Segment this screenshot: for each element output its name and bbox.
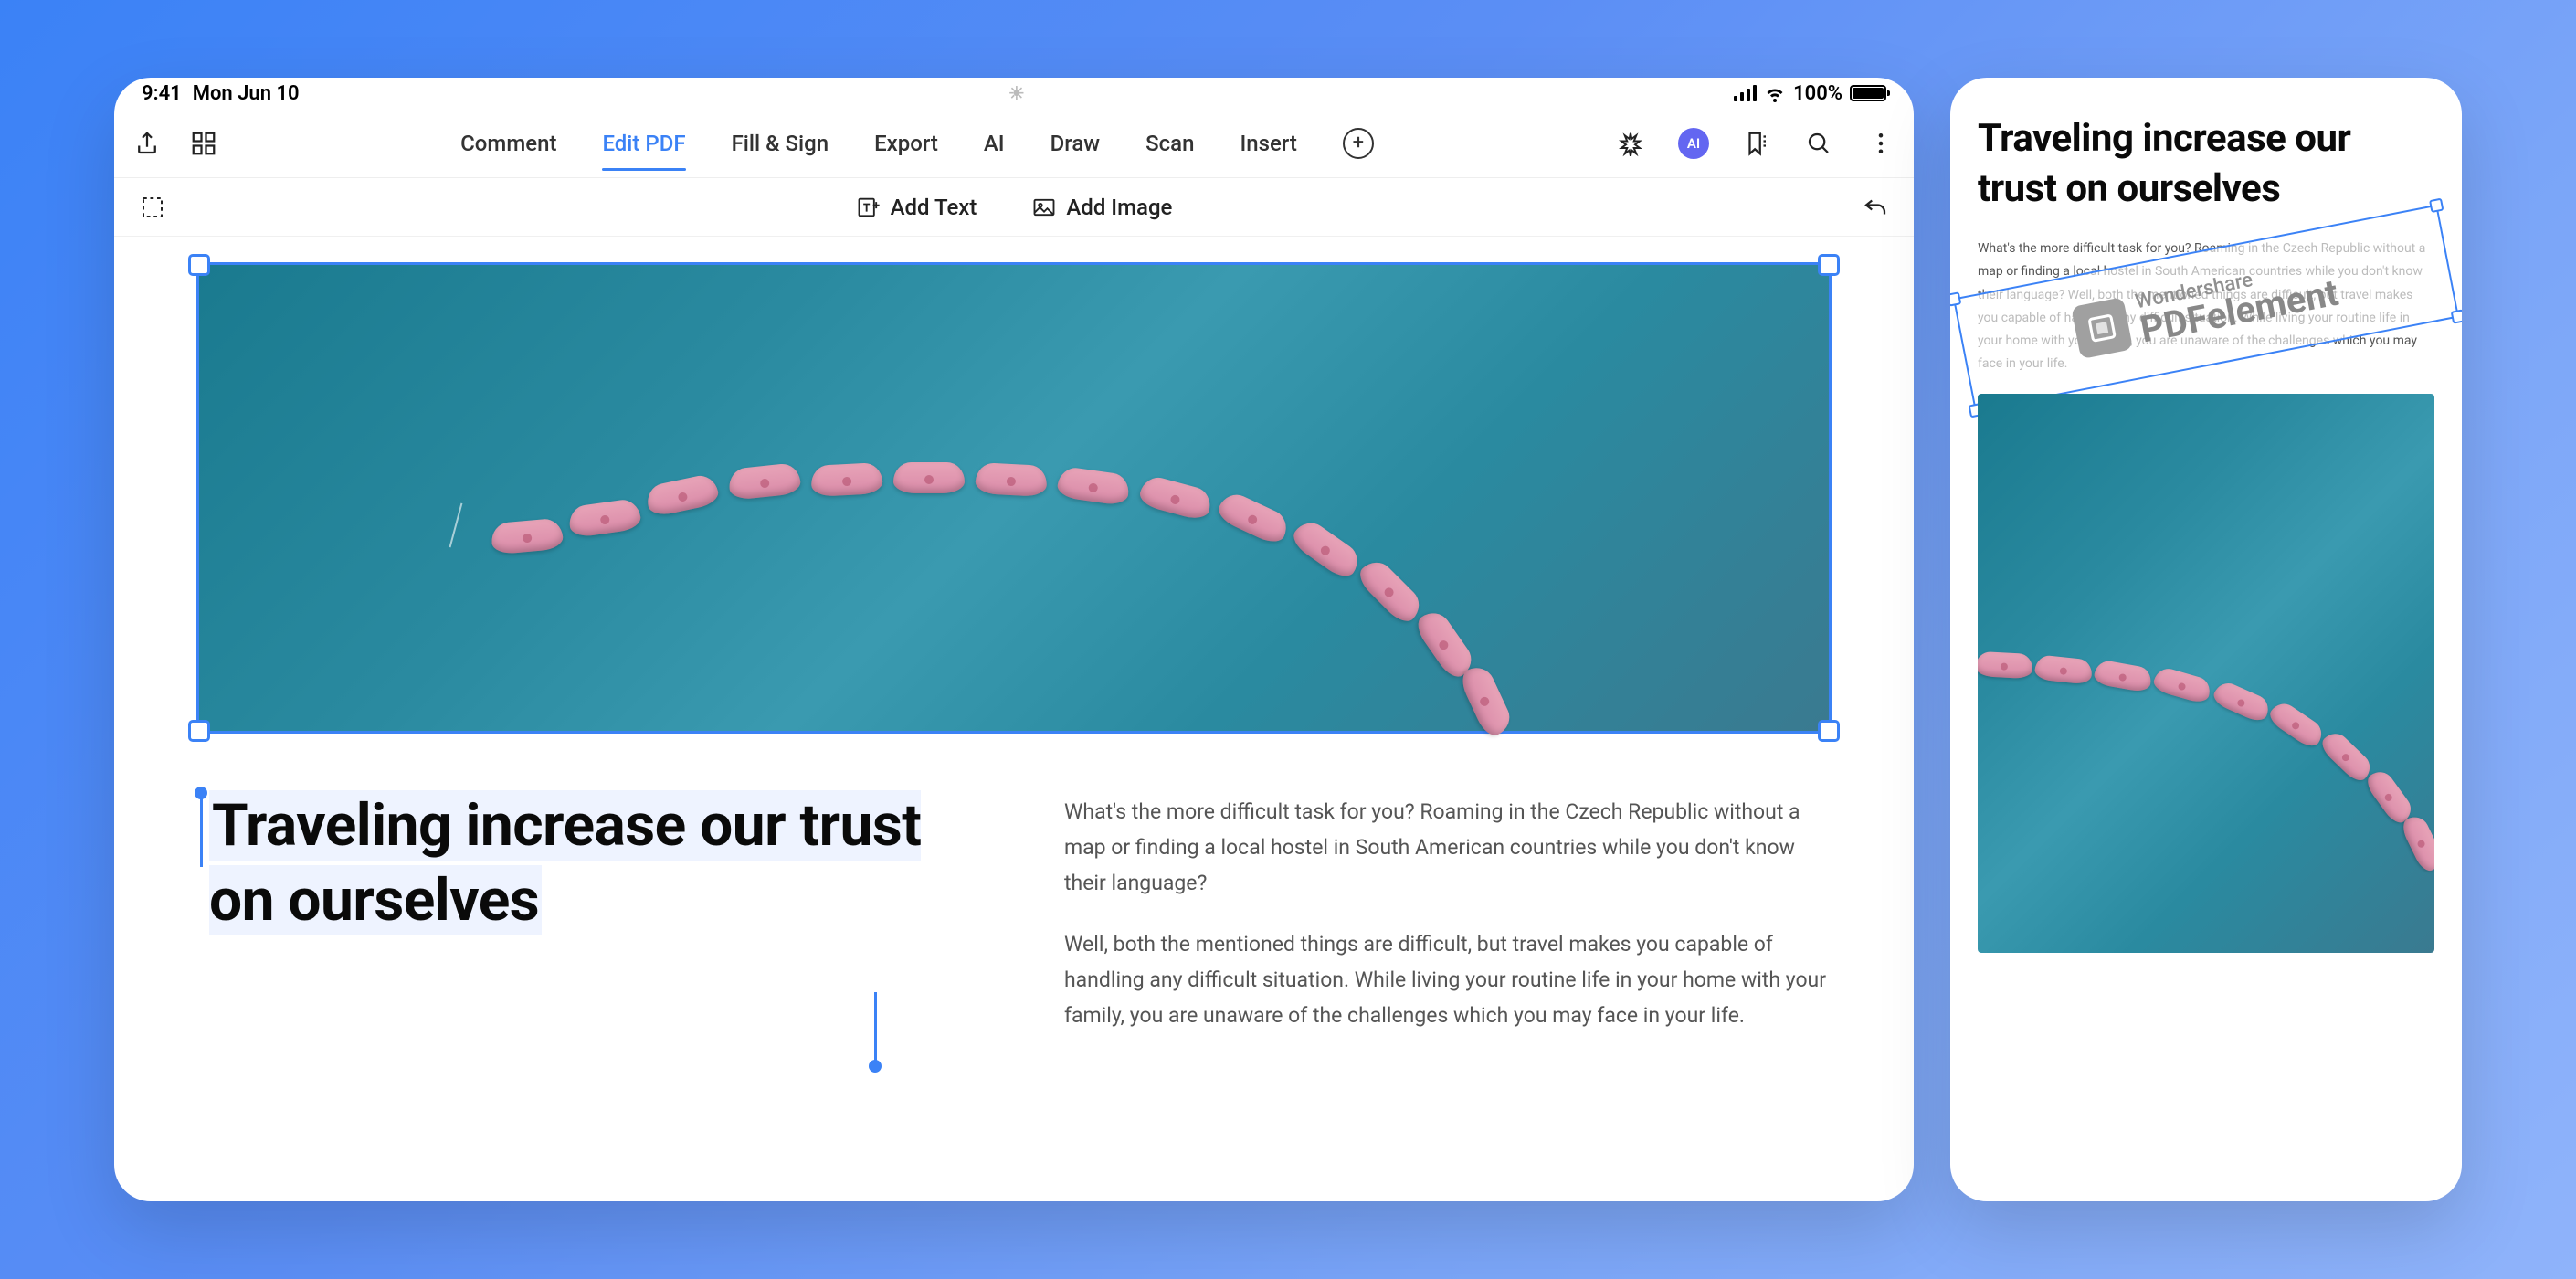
brightness-icon: ☀ [1008, 82, 1025, 104]
tab-insert[interactable]: Insert [1240, 123, 1296, 164]
phone-heading: Traveling increase our trust on ourselve… [1978, 114, 2434, 214]
wm-handle-tl[interactable] [1950, 291, 1961, 306]
add-tab-button[interactable]: + [1343, 128, 1374, 159]
resize-handle-bl[interactable] [188, 720, 210, 742]
add-text-label: Add Text [891, 195, 977, 220]
resize-handle-tr[interactable] [1818, 254, 1840, 276]
document-heading[interactable]: Traveling increase our trust on ourselve… [209, 788, 991, 938]
add-image-icon [1031, 195, 1057, 220]
phone-image [1978, 394, 2434, 953]
search-icon[interactable] [1804, 129, 1833, 158]
tab-draw[interactable]: Draw [1050, 123, 1100, 164]
watermark-selection[interactable]: Wondershare PDFelement [1953, 205, 2459, 412]
tab-comment[interactable]: Comment [460, 123, 556, 164]
ai-icon[interactable]: AI [1678, 128, 1709, 159]
wm-handle-tr[interactable] [2429, 198, 2444, 213]
add-text-icon [856, 195, 882, 220]
watermark-text: Wondershare PDFelement [2134, 255, 2341, 349]
body-para-2[interactable]: Well, both the mentioned things are diff… [1064, 926, 1832, 1033]
battery-icon [1850, 85, 1886, 101]
tab-edit-pdf[interactable]: Edit PDF [602, 123, 685, 164]
status-time: 9:41 [142, 82, 182, 105]
selection-caret-end [874, 992, 877, 1063]
status-bar: 9:41 Mon Jun 10 ☀ 100% [114, 78, 1914, 109]
tab-scan[interactable]: Scan [1145, 123, 1194, 164]
add-image-button[interactable]: Add Image [1031, 195, 1172, 220]
appearance-icon[interactable] [1616, 129, 1645, 158]
phone-device: Traveling increase our trust on ourselve… [1950, 78, 2462, 1201]
heading-text-selection[interactable]: Traveling increase our trust on ourselve… [196, 788, 991, 1060]
main-toolbar: Comment Edit PDF Fill & Sign Export AI D… [114, 109, 1914, 178]
wifi-icon [1764, 82, 1786, 104]
tab-ai[interactable]: AI [984, 123, 1005, 164]
undo-icon[interactable] [1861, 193, 1890, 222]
bookmark-icon[interactable] [1742, 129, 1771, 158]
battery-text: 100% [1793, 82, 1842, 105]
share-icon[interactable] [132, 129, 162, 158]
signal-icon [1734, 85, 1757, 101]
edit-sub-toolbar: Add Text Add Image [114, 178, 1914, 237]
wm-handle-br[interactable] [2451, 310, 2462, 324]
tablet-device: 9:41 Mon Jun 10 ☀ 100% Comment Edit PDF … [114, 78, 1914, 1201]
resize-handle-tl[interactable] [188, 254, 210, 276]
selection-caret-start [200, 796, 203, 867]
thumbnails-icon[interactable] [189, 129, 218, 158]
more-icon[interactable] [1866, 129, 1895, 158]
phone-body-text: What's the more difficult task for you? … [1978, 238, 2434, 375]
add-image-label: Add Image [1066, 195, 1172, 220]
selected-image-frame[interactable] [196, 262, 1832, 734]
watermark-logo-icon [2071, 297, 2133, 359]
add-text-button[interactable]: Add Text [856, 195, 977, 220]
document-canvas[interactable]: Traveling increase our trust on ourselve… [114, 237, 1914, 1085]
selection-handle-end[interactable] [869, 1060, 882, 1073]
body-para-1[interactable]: What's the more difficult task for you? … [1064, 794, 1832, 901]
crop-select-icon[interactable] [138, 193, 167, 222]
status-date: Mon Jun 10 [193, 82, 300, 105]
image-content [199, 265, 1829, 731]
tab-export[interactable]: Export [874, 123, 938, 164]
document-body-column[interactable]: What's the more difficult task for you? … [1064, 788, 1832, 1060]
tab-fill-sign[interactable]: Fill & Sign [732, 123, 829, 164]
resize-handle-br[interactable] [1818, 720, 1840, 742]
